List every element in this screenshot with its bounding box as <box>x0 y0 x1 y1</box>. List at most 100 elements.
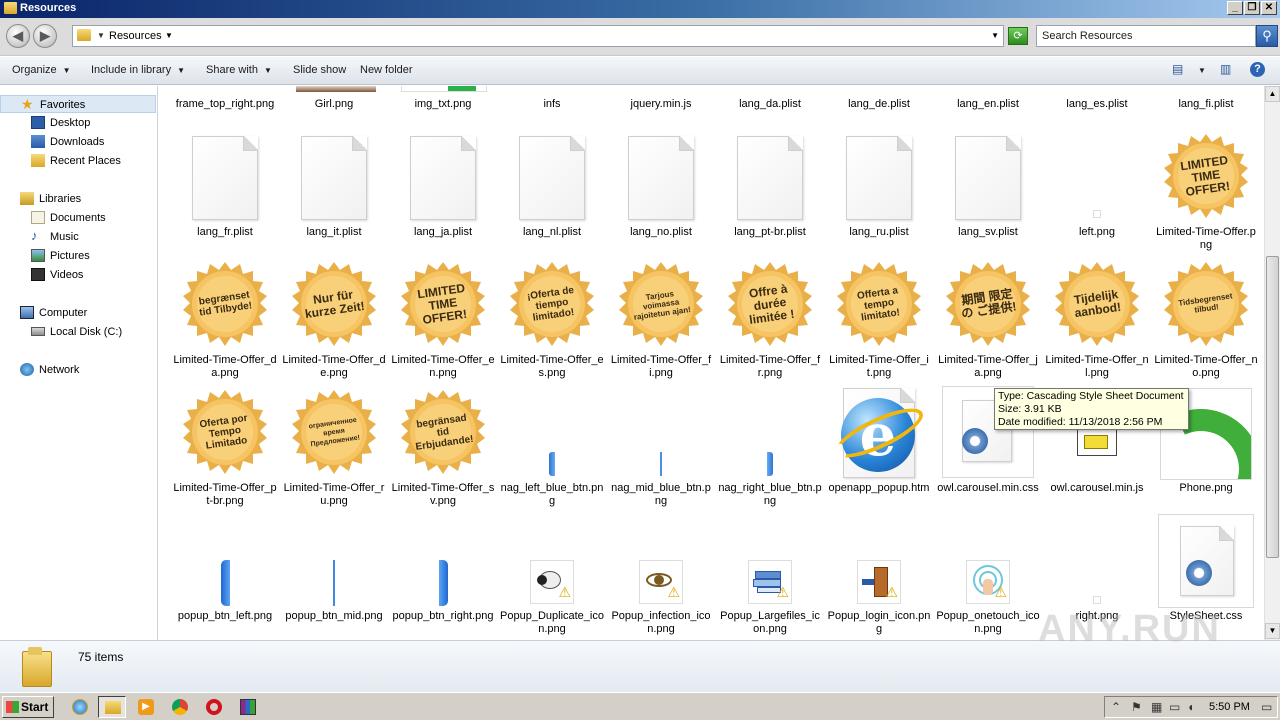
start-button[interactable]: Start <box>2 696 54 718</box>
sidebar-item-recent-places[interactable]: Recent Places <box>0 152 156 170</box>
taskbar-internet-explorer[interactable] <box>66 696 94 718</box>
sidebar-item-network[interactable]: Network <box>0 361 156 379</box>
file-name: lang_fr.plist <box>197 226 253 238</box>
file-item[interactable]: jquery.min.js <box>609 86 713 126</box>
sidebar-item-music[interactable]: ♪ Music <box>0 228 156 246</box>
file-item[interactable]: Oferta por Tempo Limitado Limited-Time-O… <box>173 388 277 508</box>
file-item[interactable]: lang_da.plist <box>718 86 822 126</box>
view-options-icon[interactable]: ▤ <box>1172 62 1183 78</box>
refresh-button[interactable]: ⟳ <box>1008 27 1028 45</box>
file-item[interactable]: Girl.png <box>282 86 386 126</box>
sidebar-item-favorites[interactable]: ★ Favorites <box>0 95 156 113</box>
flag-icon[interactable]: ⚑ <box>1131 700 1142 714</box>
file-item[interactable]: lang_fr.plist <box>173 132 277 252</box>
file-item[interactable]: popup_btn_left.png <box>173 516 277 638</box>
file-item[interactable]: LIMITED TIME OFFER! Limited-Time-Offer_e… <box>391 260 495 380</box>
sidebar-item-videos[interactable]: Videos <box>0 266 156 284</box>
battery-icon[interactable]: ▭ <box>1169 700 1180 714</box>
include-in-library-menu[interactable]: Include in library ▼ <box>91 64 185 76</box>
sidebar-item-documents[interactable]: Documents <box>0 209 156 227</box>
breadcrumb-resources[interactable]: Resources <box>109 30 162 42</box>
file-item[interactable]: lang_fi.plist <box>1154 86 1258 126</box>
file-item[interactable]: popup_btn_right.png <box>391 516 495 638</box>
clock[interactable]: 5:50 PM <box>1209 701 1250 713</box>
file-item[interactable]: Tidsbegrenset tilbud! Limited-Time-Offer… <box>1154 260 1258 380</box>
address-bar[interactable]: ▼ Resources ▼ ▼ <box>72 25 1004 47</box>
file-item[interactable]: LIMITED TIME OFFER! Limited-Time-Offer.p… <box>1154 132 1258 252</box>
scrollbar-thumb[interactable] <box>1266 256 1279 558</box>
file-item[interactable]: lang_es.plist <box>1045 86 1149 126</box>
file-item[interactable]: frame_top_right.png <box>173 86 277 126</box>
back-button[interactable]: ◀ <box>6 24 30 48</box>
file-item[interactable]: 期間 限定の ご提供! Limited-Time-Offer_ja.png <box>936 260 1040 380</box>
organize-menu[interactable]: Organize ▼ <box>12 64 71 76</box>
file-item[interactable]: lang_de.plist <box>827 86 931 126</box>
show-desktop-icon[interactable]: ▭ <box>1261 700 1272 714</box>
address-dropdown-icon[interactable]: ▼ <box>991 31 999 40</box>
taskbar-opera[interactable] <box>200 696 228 718</box>
sidebar-item-libraries[interactable]: Libraries <box>0 190 156 208</box>
taskbar-media-player[interactable]: ▶ <box>132 696 160 718</box>
file-item[interactable]: begrænset tid Tilbyde! Limited-Time-Offe… <box>173 260 277 380</box>
file-item[interactable]: ⚠ Popup_login_icon.png <box>827 516 931 638</box>
folder-icon <box>105 701 121 714</box>
file-item[interactable]: ⚠ Popup_Duplicate_icon.png <box>500 516 604 638</box>
file-item[interactable]: lang_ru.plist <box>827 132 931 252</box>
file-item[interactable]: begränsad tid Erbjudande! Limited-Time-O… <box>391 388 495 508</box>
file-item[interactable]: Nur für kurze Zeit! Limited-Time-Offer_d… <box>282 260 386 380</box>
file-item[interactable]: lang_nl.plist <box>500 132 604 252</box>
file-item[interactable]: Offre à durée limitée ! Limited-Time-Off… <box>718 260 822 380</box>
file-item[interactable]: lang_ja.plist <box>391 132 495 252</box>
forward-button[interactable]: ▶ <box>33 24 57 48</box>
file-item[interactable]: lang_it.plist <box>282 132 386 252</box>
file-item[interactable]: ⚠ Popup_infection_icon.png <box>609 516 713 638</box>
vertical-scrollbar[interactable]: ▲ ▼ <box>1264 86 1280 640</box>
slide-show-button[interactable]: Slide show <box>293 64 346 76</box>
file-item[interactable]: lang_en.plist <box>936 86 1040 126</box>
breadcrumb-dropdown-icon[interactable]: ▼ <box>165 31 173 40</box>
file-item[interactable]: infs <box>500 86 604 126</box>
taskbar-winrar[interactable] <box>234 696 262 718</box>
file-item[interactable]: left.png <box>1045 132 1149 252</box>
file-item[interactable]: Tarjous voimassa rajoitetun ajan! Limite… <box>609 260 713 380</box>
file-item[interactable]: img_txt.png <box>391 86 495 126</box>
file-item[interactable]: Tijdelijk aanbod! Limited-Time-Offer_nl.… <box>1045 260 1149 380</box>
file-item[interactable]: nag_right_blue_btn.png <box>718 388 822 508</box>
file-item[interactable]: popup_btn_mid.png <box>282 516 386 638</box>
network-status-icon[interactable]: ▦ <box>1151 700 1162 714</box>
share-with-menu[interactable]: Share with ▼ <box>206 64 272 76</box>
close-button[interactable]: ✕ <box>1261 1 1277 15</box>
file-item[interactable]: ⚠ Popup_Largefiles_icon.png <box>718 516 822 638</box>
scroll-down-button[interactable]: ▼ <box>1265 623 1280 639</box>
taskbar-chrome[interactable] <box>166 696 194 718</box>
new-folder-button[interactable]: New folder <box>360 64 413 76</box>
scroll-up-button[interactable]: ▲ <box>1265 86 1280 102</box>
sidebar-item-desktop[interactable]: Desktop <box>0 114 156 132</box>
file-item[interactable]: ⚠ Popup_onetouch_icon.png <box>936 516 1040 638</box>
file-item[interactable]: ¡Oferta de tiempo limitado! Limited-Time… <box>500 260 604 380</box>
restore-button[interactable]: ❐ <box>1244 1 1260 15</box>
help-icon[interactable]: ? <box>1250 62 1265 77</box>
preview-pane-icon[interactable]: ▥ <box>1220 62 1231 78</box>
file-item[interactable]: Offerta a tempo limitato! Limited-Time-O… <box>827 260 931 380</box>
file-item[interactable]: nag_mid_blue_btn.png <box>609 388 713 508</box>
file-item[interactable]: lang_pt-br.plist <box>718 132 822 252</box>
file-item[interactable]: e openapp_popup.htm <box>827 388 931 508</box>
file-item[interactable]: lang_no.plist <box>609 132 713 252</box>
search-input[interactable]: Search Resources <box>1036 25 1256 47</box>
sidebar-item-pictures[interactable]: Pictures <box>0 247 156 265</box>
minimize-button[interactable]: _ <box>1227 1 1243 15</box>
taskbar-explorer[interactable] <box>98 696 126 718</box>
sidebar-item-downloads[interactable]: Downloads <box>0 133 156 151</box>
sidebar-item-computer[interactable]: Computer <box>0 304 156 322</box>
search-button[interactable]: ⚲ <box>1256 25 1278 47</box>
file-item[interactable]: nag_left_blue_btn.png <box>500 388 604 508</box>
volume-icon[interactable]: ◖ <box>1187 700 1194 714</box>
view-dropdown-icon[interactable]: ▼ <box>1198 66 1206 82</box>
sidebar-item-local-disk[interactable]: Local Disk (C:) <box>0 323 156 341</box>
show-hidden-icons-icon[interactable]: ⌃ <box>1111 700 1121 714</box>
file-item[interactable]: lang_sv.plist <box>936 132 1040 252</box>
tooltip-date: Date modified: 11/13/2018 2:56 PM <box>998 416 1163 428</box>
breadcrumb-chevron-icon[interactable]: ▼ <box>97 31 105 40</box>
file-item[interactable]: ограниченное время Предложение! Limited-… <box>282 388 386 508</box>
